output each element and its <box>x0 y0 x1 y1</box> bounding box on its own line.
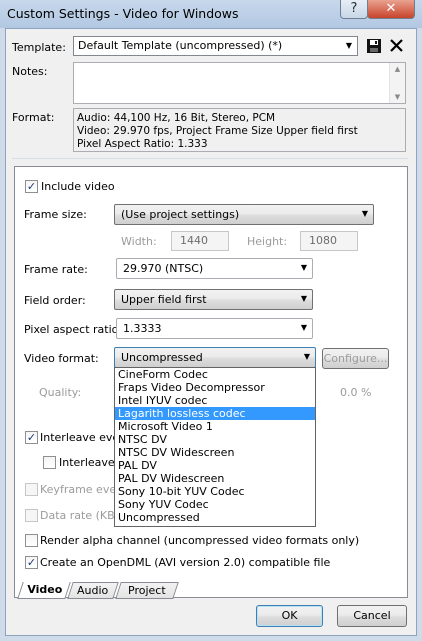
field-order-value: Upper field first <box>121 293 207 306</box>
tab-project[interactable]: Project <box>115 582 179 599</box>
height-value: 1080 <box>309 234 337 247</box>
scroll-up-icon[interactable]: ▲ <box>390 65 405 73</box>
template-value: Default Template (uncompressed) (*) <box>78 39 283 52</box>
format-summary: Audio: 44,100 Hz, 16 Bit, Stereo, PCM Vi… <box>73 108 406 152</box>
chevron-down-icon: ▼ <box>361 209 368 218</box>
close-button[interactable]: ✕ <box>367 0 415 19</box>
list-item[interactable]: NTSC DV Widescreen <box>115 446 315 459</box>
format-label: Format: <box>12 111 55 124</box>
opendml-label: Create an OpenDML (AVI version 2.0) comp… <box>40 556 331 569</box>
list-item[interactable]: Sony YUV Codec <box>115 498 315 511</box>
video-format-dropdown[interactable]: Uncompressed ▼ <box>114 347 316 368</box>
video-format-listbox[interactable]: CineForm Codec Fraps Video Decompressor … <box>114 367 316 527</box>
divider <box>12 158 408 159</box>
include-video-checkbox[interactable]: ✓ <box>25 180 38 193</box>
notes-field[interactable]: ▲ ▼ <box>73 62 406 104</box>
include-video-label: Include video <box>41 180 115 193</box>
format-line-pixel-aspect: Pixel Aspect Ratio: 1.333 <box>77 138 208 150</box>
keyframe-checkbox <box>25 483 38 496</box>
ok-button[interactable]: OK <box>256 605 323 627</box>
frame-size-label: Frame size: <box>24 208 87 221</box>
chevron-down-icon: ▼ <box>345 41 352 50</box>
datarate-checkbox <box>25 509 38 522</box>
list-item[interactable]: Fraps Video Decompressor <box>115 381 315 394</box>
format-line-video: Video: 29.970 fps, Project Frame Size Up… <box>77 125 358 137</box>
tab-video[interactable]: Video <box>17 582 71 599</box>
height-field: 1080 <box>300 231 358 251</box>
opendml-checkbox[interactable]: ✓ <box>25 556 38 569</box>
list-item[interactable]: Uncompressed <box>115 511 315 524</box>
width-value: 1440 <box>180 234 208 247</box>
list-item[interactable]: Intel IYUV codec <box>115 394 315 407</box>
frame-rate-combo[interactable]: 29.970 (NTSC) ▼ <box>116 258 313 279</box>
width-field: 1440 <box>171 231 229 251</box>
tab-video-label: Video <box>26 583 62 596</box>
scroll-down-icon[interactable]: ▼ <box>390 93 405 101</box>
width-label: Width: <box>121 235 157 248</box>
save-icon[interactable] <box>366 38 382 54</box>
list-item[interactable]: PAL DV Widescreen <box>115 472 315 485</box>
frame-size-value: (Use project settings) <box>121 208 240 221</box>
render-alpha-checkbox[interactable] <box>25 534 38 547</box>
interleave-every-2-checkbox[interactable] <box>43 456 56 469</box>
notes-scrollbar[interactable]: ▲ ▼ <box>389 63 405 103</box>
field-order-label: Field order: <box>24 294 86 307</box>
chevron-down-icon: ▼ <box>300 263 307 272</box>
list-item[interactable]: Sony 10-bit YUV Codec <box>115 485 315 498</box>
template-combo[interactable]: Default Template (uncompressed) (*) ▼ <box>73 36 358 56</box>
pixel-aspect-label: Pixel aspect ratio: <box>24 323 123 336</box>
pixel-aspect-combo[interactable]: 1.3333 ▼ <box>116 318 313 339</box>
list-item-highlighted[interactable]: Lagarith lossless codec <box>115 407 315 420</box>
notes-label: Notes: <box>12 65 48 78</box>
delete-icon[interactable] <box>389 38 404 53</box>
datarate-label: Data rate (KByt <box>40 509 126 522</box>
pixel-aspect-value: 1.3333 <box>123 322 162 335</box>
list-item[interactable]: CineForm Codec <box>115 368 315 381</box>
format-line-audio: Audio: 44,100 Hz, 16 Bit, Stereo, PCM <box>77 112 276 124</box>
list-item[interactable]: Microsoft Video 1 <box>115 420 315 433</box>
tab-audio-label: Audio <box>77 584 109 597</box>
frame-rate-value: 29.970 (NTSC) <box>123 262 204 275</box>
tab-audio[interactable]: Audio <box>67 582 119 599</box>
render-alpha-label: Render alpha channel (uncompressed video… <box>40 534 360 547</box>
configure-button: Configure... <box>322 348 389 369</box>
chevron-down-icon: ▼ <box>300 294 307 303</box>
cancel-button[interactable]: Cancel <box>337 605 407 627</box>
quality-label: Quality: <box>39 386 82 399</box>
chevron-down-icon: ▼ <box>300 323 307 332</box>
list-item[interactable]: PAL DV <box>115 459 315 472</box>
template-label: Template: <box>12 41 66 54</box>
chevron-down-icon: ▼ <box>303 352 310 361</box>
height-label: Height: <box>247 235 288 248</box>
list-item[interactable]: NTSC DV <box>115 433 315 446</box>
quality-value: 0.0 % <box>340 386 372 399</box>
field-order-dropdown[interactable]: Upper field first ▼ <box>114 289 313 310</box>
frame-rate-label: Frame rate: <box>24 263 88 276</box>
video-format-label: Video format: <box>24 352 99 365</box>
tab-project-label: Project <box>128 584 166 597</box>
help-button[interactable]: ? <box>340 0 368 19</box>
video-format-value: Uncompressed <box>121 351 203 364</box>
interleave-every-checkbox[interactable]: ✓ <box>25 431 38 444</box>
frame-size-dropdown[interactable]: (Use project settings) ▼ <box>114 204 374 225</box>
window-title: Custom Settings - Video for Windows <box>7 6 239 21</box>
